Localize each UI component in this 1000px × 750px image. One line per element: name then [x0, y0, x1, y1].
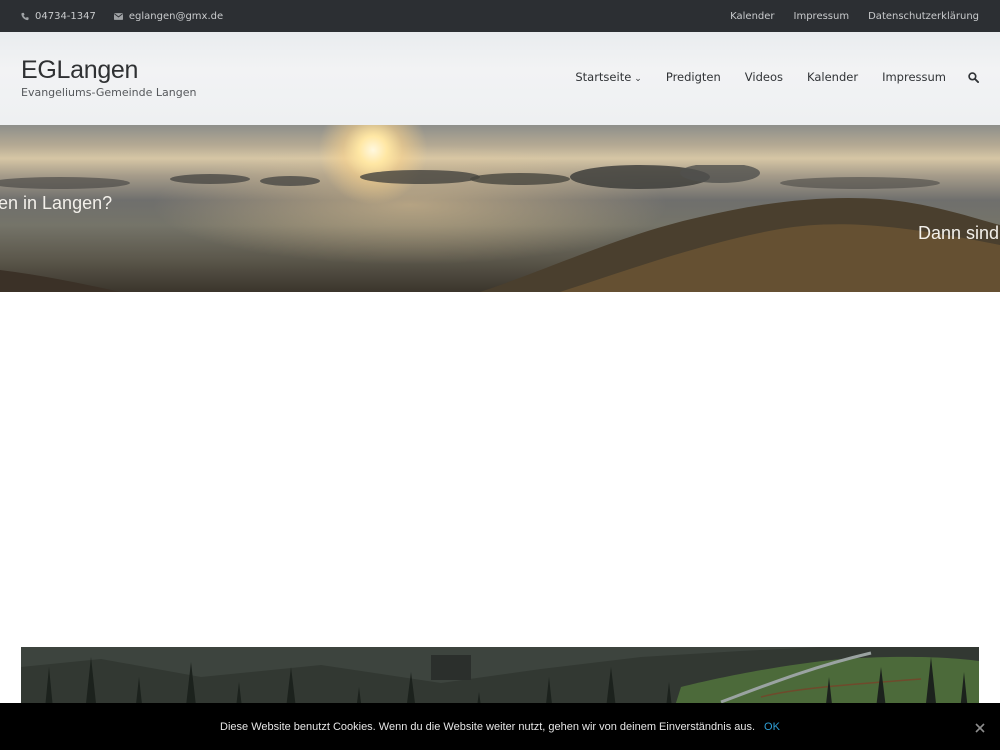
toplink-impressum[interactable]: Impressum — [794, 11, 850, 22]
site-tagline: Evangeliums-Gemeinde Langen — [21, 86, 197, 99]
email-contact[interactable]: eglangen@gmx.de — [113, 10, 224, 22]
nav-item-predigten[interactable]: Predigten — [666, 70, 721, 84]
site-header: EGLangen Evangeliums-Gemeinde Langen Sta… — [0, 32, 1000, 125]
phone-number: 04734-1347 — [35, 10, 96, 22]
envelope-icon — [113, 12, 123, 20]
main-nav: Startseite ⌄ Predigten Videos Kalender I… — [551, 70, 979, 84]
site-title[interactable]: EGLangen — [21, 56, 196, 85]
brand: EGLangen Evangeliums-Gemeinde Langen — [21, 56, 196, 99]
hero-slider: en in Langen? Dann sind — [0, 125, 1000, 292]
top-links: Kalender Impressum Datenschutzerklärung — [711, 11, 979, 22]
contact-info: 04734-1347 eglangen@gmx.de — [21, 11, 241, 22]
nav-item-kalender[interactable]: Kalender — [807, 70, 858, 84]
cookie-notice: Diese Website benutzt Cookies. Wenn du d… — [0, 703, 1000, 750]
nav-label: Startseite — [575, 70, 632, 84]
chevron-down-icon: ⌄ — [634, 73, 642, 84]
top-bar: 04734-1347 eglangen@gmx.de Kalender Impr… — [0, 0, 1000, 32]
mountain-silhouette — [0, 197, 1000, 292]
hero-caption-left: en in Langen? — [0, 193, 113, 213]
phone-contact[interactable]: 04734-1347 — [21, 11, 96, 22]
nav-item-impressum[interactable]: Impressum — [882, 70, 946, 84]
toplink-kalender[interactable]: Kalender — [730, 11, 774, 22]
cookie-close-button[interactable] — [974, 719, 986, 738]
nav-item-startseite[interactable]: Startseite ⌄ — [575, 70, 642, 84]
toplink-datenschutz[interactable]: Datenschutzerklärung — [868, 11, 979, 22]
hero-caption-right: Dann sind — [918, 223, 1000, 243]
search-button[interactable] — [968, 71, 979, 83]
close-icon — [975, 723, 985, 733]
cookie-message: Diese Website benutzt Cookies. Wenn du d… — [220, 720, 756, 733]
cookie-ok-button[interactable]: OK — [764, 721, 780, 733]
search-icon — [968, 71, 979, 83]
email-address: eglangen@gmx.de — [128, 10, 224, 22]
phone-icon — [21, 12, 29, 20]
nav-item-videos[interactable]: Videos — [745, 70, 783, 84]
